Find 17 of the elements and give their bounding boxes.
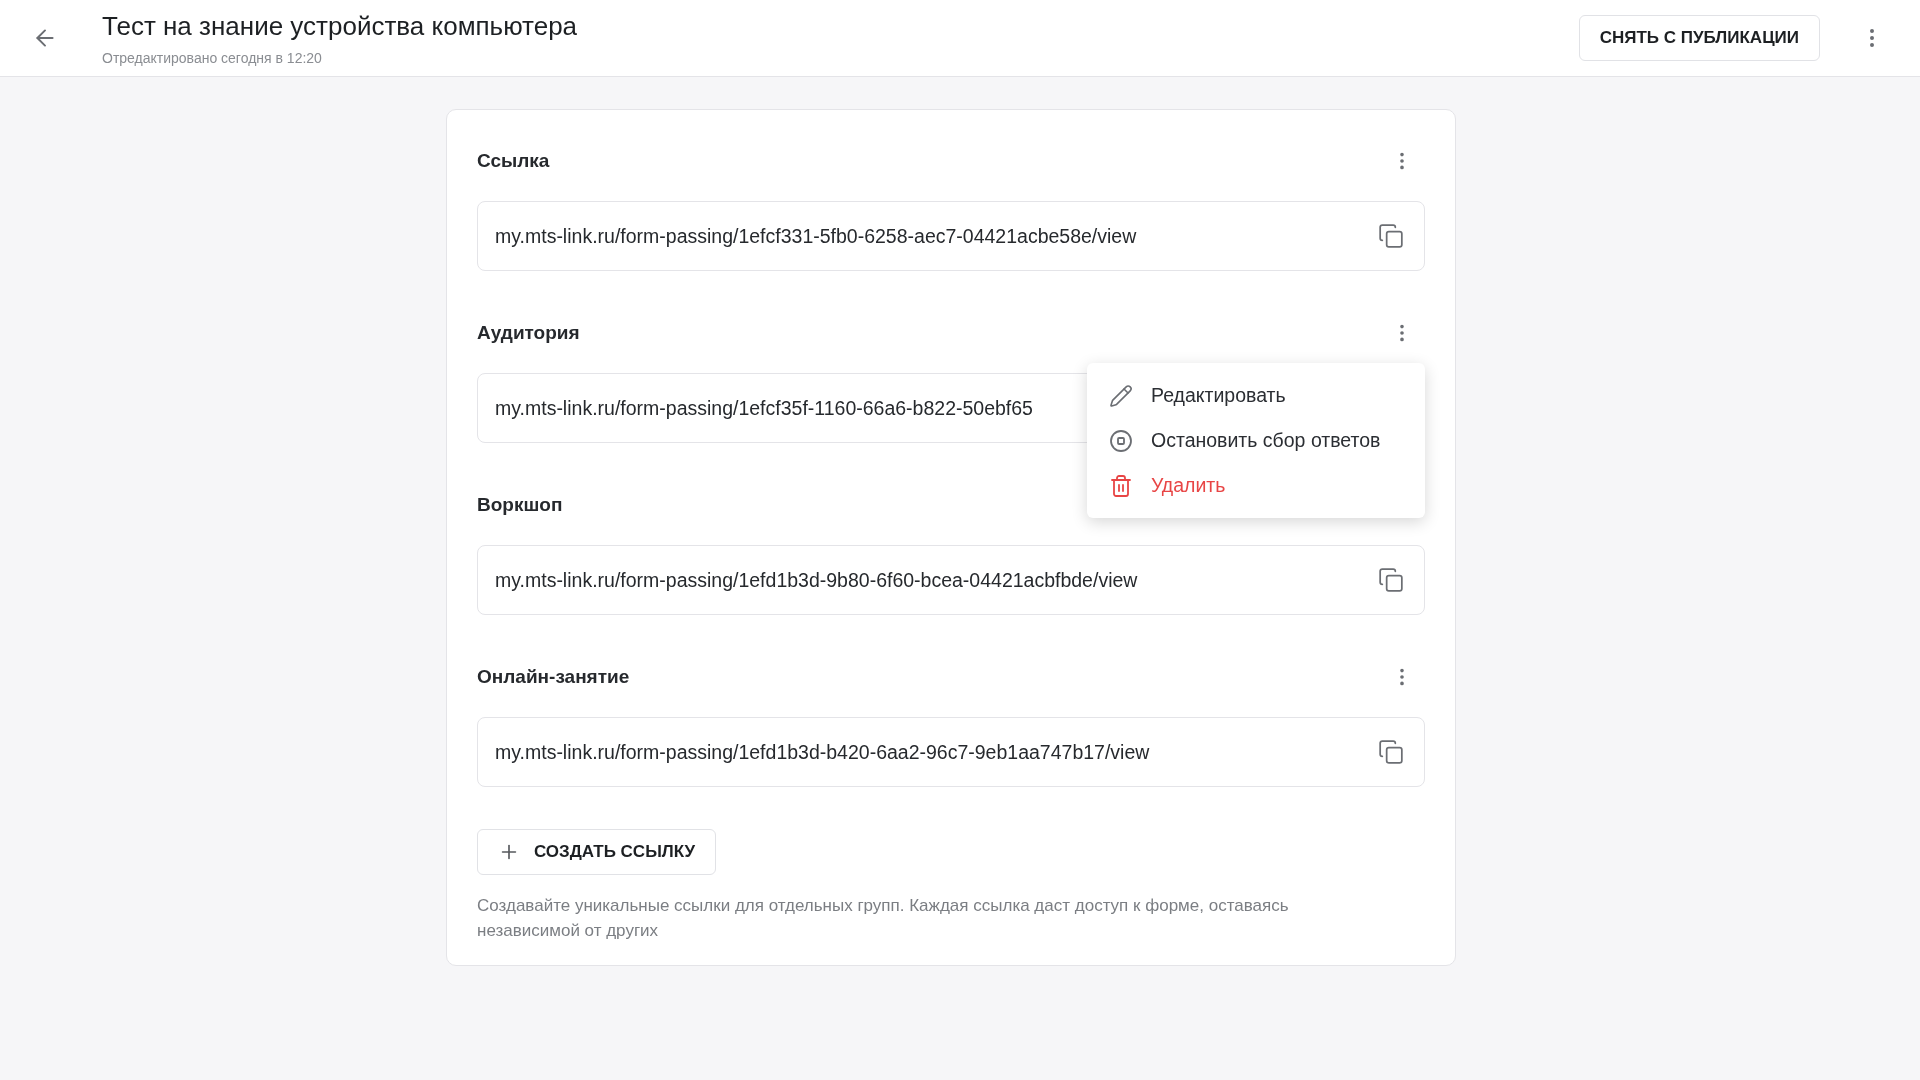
menu-item[interactable]: Удалить bbox=[1087, 463, 1425, 508]
pencil-icon bbox=[1109, 383, 1133, 408]
hint-text: Создавайте уникальные ссылки для отдельных групп. Каждая ссылка даст доступ к форме, оставаясь независимой от других bbox=[477, 895, 1290, 942]
link-name: Воркшоп bbox=[477, 494, 563, 516]
link-name: Ссылка bbox=[477, 150, 550, 172]
link-field[interactable]: my.mts-link.ru/form-passing/1efd1b3d-b420-6aa2-96c7-9eb1aa747b17/view bbox=[477, 717, 1425, 787]
trash-icon bbox=[1109, 473, 1133, 498]
stop-icon bbox=[1109, 428, 1133, 453]
link-field[interactable]: my.mts-link.ru/form-passing/1efd1b3d-9b80-6f60-bcea-04421acbfbde/view bbox=[477, 545, 1425, 615]
edited-time: Отредактировано сегодня в 12:20 bbox=[102, 49, 323, 66]
create-link-button[interactable]: СОЗДАТЬ ССЫЛКУ bbox=[477, 829, 717, 875]
menu-item[interactable]: Редактировать bbox=[1087, 373, 1425, 418]
link-name: Онлайн-занятие bbox=[477, 666, 630, 688]
link-name: Аудитория bbox=[477, 322, 580, 344]
unpublish-button[interactable]: СНЯТЬ С ПУБЛИКАЦИИ bbox=[1578, 15, 1820, 61]
form-title: Тест на знание устройства компьютера bbox=[102, 10, 579, 42]
link-field[interactable]: my.mts-link.ru/form-passing/1efcf331-5fb0-6258-aec7-04421acbe58e/view bbox=[477, 201, 1425, 271]
